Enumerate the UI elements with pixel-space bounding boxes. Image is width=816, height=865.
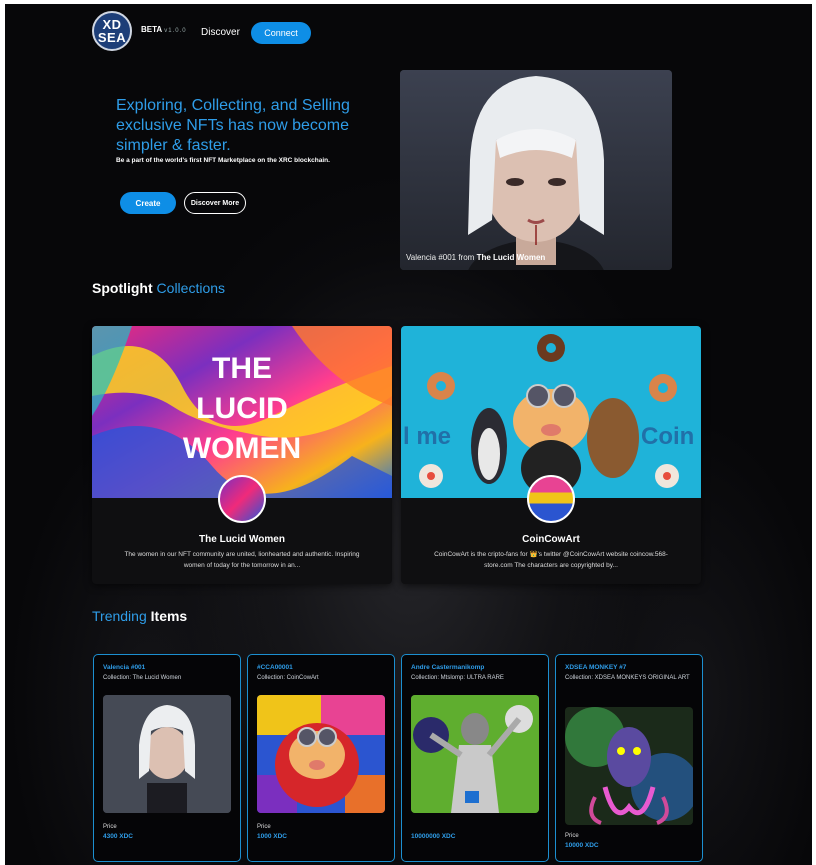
collection-avatar	[527, 475, 575, 523]
trending-item-card[interactable]: XDSEA MONKEY #7 Collection: XDSEA MONKEY…	[555, 654, 703, 862]
featured-nft-card[interactable]: Valencia #001 from The Lucid Women	[400, 70, 672, 270]
discover-more-button[interactable]: Discover More	[184, 192, 246, 214]
item-image	[565, 707, 693, 825]
banner-line-1: THE	[212, 352, 272, 385]
banner-line-3: WOMEN	[183, 432, 301, 465]
trending-item-card[interactable]: Andre Castermanikomp Collection: Mtslomp…	[401, 654, 549, 862]
collection-name: The Lucid Women	[199, 534, 285, 545]
collection-name: CoinCowArt	[522, 534, 580, 545]
logo-text-bottom: SEA	[97, 30, 127, 45]
item-name: #CCA00001	[257, 664, 293, 671]
collection-banner: l me Coin	[401, 326, 701, 498]
item-image	[257, 695, 385, 813]
hero-title: Exploring, Collecting, and Selling exclu…	[116, 97, 350, 154]
item-image	[411, 695, 539, 813]
spotlight-section-title: Spotlight Collections	[92, 280, 225, 296]
collection-card-coincowart[interactable]: l me Coin CoinCowArt CoinCowArt is the c…	[401, 326, 701, 584]
item-name: XDSEA MONKEY #7	[565, 664, 627, 671]
item-name: Valencia #001	[103, 664, 146, 671]
item-collection: Collection: XDSEA MONKEYS ORIGINAL ART	[565, 675, 690, 681]
caption-prefix: Valencia #001 from	[406, 253, 475, 262]
item-collection: Collection: The Lucid Women	[103, 675, 182, 681]
spotlight-title-blue: Collections	[156, 280, 226, 296]
collection-banner: THE LUCID WOMEN	[92, 326, 392, 498]
collection-card-lucid-women[interactable]: THE LUCID WOMEN The Lucid Women The wome…	[92, 326, 392, 584]
item-price-label: Price	[103, 824, 117, 830]
beta-badge: BETA v1.0.0	[141, 25, 187, 34]
banner-text-left: l me	[403, 423, 451, 450]
item-price: 4300 XDC	[103, 833, 133, 840]
beta-version: v1.0.0	[164, 28, 187, 34]
item-artwork	[257, 695, 385, 813]
item-image	[103, 695, 231, 813]
banner-text-right: Coin	[641, 423, 694, 450]
item-price: 10000000 XDC	[411, 833, 456, 840]
create-button[interactable]: Create	[120, 192, 176, 214]
trending-section-title: Trending Items	[92, 608, 187, 624]
page: XD SEA BETA v1.0.0 Discover Connect Explo…	[0, 0, 816, 865]
hero-subtitle: Be a part of the world's first NFT Marke…	[116, 157, 330, 164]
item-price-label: Price	[565, 833, 579, 839]
item-collection: Collection: Mtslomp: ULTRA RARE	[411, 675, 504, 681]
collection-avatar	[218, 475, 266, 523]
trending-item-card[interactable]: Valencia #001 Collection: The Lucid Wome…	[93, 654, 241, 862]
item-artwork	[103, 695, 231, 813]
banner-line-2: LUCID	[196, 392, 288, 425]
trending-item-card[interactable]: #CCA00001 Collection: CoinCowArt Price 1…	[247, 654, 395, 862]
window-edge-top	[0, 0, 816, 4]
trending-title-blue: Trending	[92, 608, 147, 624]
lucid-women-banner-art: THE LUCID WOMEN	[92, 326, 392, 498]
featured-nft-caption: Valencia #001 from The Lucid Women	[406, 253, 545, 262]
nav-discover-link[interactable]: Discover	[201, 27, 240, 38]
trending-title-white: Items	[150, 608, 188, 624]
connect-button[interactable]: Connect	[251, 22, 311, 44]
coincowart-banner-art: l me Coin	[401, 326, 701, 498]
item-price-label: Price	[257, 824, 271, 830]
item-collection: Collection: CoinCowArt	[257, 675, 319, 681]
featured-nft-image	[400, 70, 672, 270]
window-edge-right	[812, 0, 816, 865]
xdsea-logo[interactable]: XD SEA	[92, 11, 132, 51]
beta-label: BETA	[141, 25, 163, 34]
window-edge-left	[0, 0, 5, 865]
collection-description: CoinCowArt is the cripto-fans for 👑's tw…	[434, 551, 668, 569]
item-price: 1000 XDC	[257, 833, 287, 840]
item-name: Andre Castermanikomp	[411, 664, 485, 671]
item-artwork	[565, 707, 693, 825]
spotlight-title-white: Spotlight	[92, 280, 153, 296]
collection-description: The women in our NFT community are unite…	[124, 551, 360, 569]
caption-collection[interactable]: The Lucid Women	[477, 253, 546, 262]
item-artwork	[411, 695, 539, 813]
item-price: 10000 XDC	[565, 842, 599, 849]
